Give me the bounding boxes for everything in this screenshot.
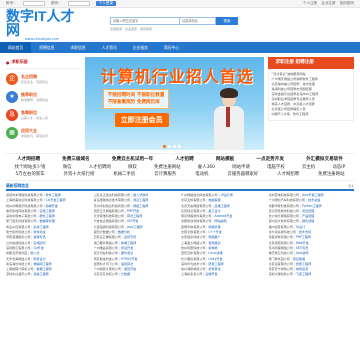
feature-app-collection[interactable]: ▦ 应用大全 求职技巧，职场资讯 [6,123,81,141]
hot-keywords-row: 找个网站多少钱 微信 人才招聘网 微软 免费注册网站 雇人360 网站申请 电脑学校 云主机 动态… [6,164,354,171]
hot-keyword-link[interactable]: 5万左右的新车 [15,171,44,178]
separator: | [118,272,120,277]
promo-banner[interactable]: 计算机行业招人首选 不限招聘时间 不限职位数量 不限查看简历 免费简历库 立即注… [84,57,264,150]
register-panel: 求职注册 招聘注册 “河北有业”诚信服务网站 广州瑞芃网络公司诚聘软件工程师 北… [267,57,354,150]
hot-keyword-link[interactable]: 免费注册网站 [318,171,344,178]
star-icon: ★ [6,91,18,103]
notice-item[interactable]: 中国IT人才库，软件工程师 [272,112,350,117]
more-link[interactable]: 更多 [348,184,354,188]
hot-keyword-link[interactable]: 人才网招聘 [277,171,299,178]
carousel-dots[interactable] [162,145,181,148]
company-name[interactable]: 深圳中兴通讯公司 [6,272,30,277]
separator: | [31,272,33,277]
hot-keyword-link[interactable]: 云主机 [302,164,315,171]
hot-keyword-link[interactable]: 云计算服务 [154,171,176,178]
password-label: 密码： [50,1,62,5]
hot-keyword-link[interactable]: 网站申请 [232,164,250,171]
nav-services[interactable]: 企业服务 [125,42,156,53]
notice-list: “河北有业”诚信服务网站 广州瑞芃网络公司诚聘软件工程师 北京恒中昊公司招聘：技… [267,69,354,121]
personal-login-button[interactable]: 个人登录 [95,1,116,6]
feature-recommended-jobs[interactable]: ★ 推荐职位 精准推荐，海量机会 [6,87,81,105]
hot-keyword-link[interactable]: 人才招聘 [175,156,193,164]
job-item[interactable]: 北京京东世纪公司 | 大数据 [94,272,180,277]
password-input[interactable] [67,1,90,6]
panel-title: ● 求职乐园 [6,57,81,69]
account-label: 帐号： [6,1,17,5]
nav-seekers[interactable]: 求职信息 [62,42,93,53]
banner-slogan: 不限招聘时间 不限职位数量 不限查看简历 免费简历库 [102,89,170,109]
logo-text: 数字IT人才网 [6,8,75,38]
job-seeker-panel: ● 求职乐园 企 名企招聘 知名企业，高薪职位 ★ 推荐职位 精准推荐，海量机会 急… [6,57,81,150]
bullet-icon: ● [6,59,10,65]
hot-keyword-link[interactable]: 动态IP [333,164,346,171]
job-item[interactable]: 深圳中兴通讯公司 | 通信工程师 [6,272,92,277]
position-name[interactable]: 大数据 [121,272,130,277]
city-select-input[interactable] [180,17,216,25]
nav-home[interactable]: 网站首页 [0,42,32,53]
personal-register-link[interactable]: 个人注册 [303,1,317,6]
keyword-search-input[interactable] [110,17,180,25]
hot-keywords-row: 人才网招聘 免费三级域名 免费云主机试用一年 人才招聘 网站模板 一点走势开发 外汇模拟交易… [6,156,354,164]
separator: | [203,272,205,277]
hot-keyword-link[interactable]: 人才网招聘 [17,156,40,164]
position-name[interactable]: 后端开发 [205,272,217,277]
hot-keyword-link[interactable]: 机械二手房 [113,171,135,178]
section-title: 最新招聘信息 [6,183,29,188]
hot-keyword-link[interactable]: 一点走势开发 [256,156,284,164]
company-register-link[interactable]: 企业注册 [321,1,335,6]
hot-keyword-link[interactable]: 微软 [128,164,137,171]
nav-resume[interactable]: 简历中心 [156,42,187,53]
search-button[interactable]: 搜索 [216,17,238,25]
job-item[interactable]: 深圳大疆创新公司 | 飞控工程师 [269,272,355,277]
hot-keyword-link[interactable]: 外贸十大排行榜 [64,171,95,178]
hot-keyword-link[interactable]: 电脑学校 [267,164,285,171]
register-now-button[interactable]: 立即注册会员 [114,113,169,127]
company-search-link[interactable]: 企业搜索 [125,27,137,31]
banner-headline: 计算机行业招人首选 [100,67,254,86]
resume-search-link[interactable]: 简历搜索 [140,27,152,31]
hot-keyword-link[interactable]: 微信 [63,164,72,171]
top-login-bar: 帐号： 密码： 个人登录 个人注册 企业注册 找回密码 [0,0,360,8]
latest-jobs-section: 最新招聘信息 更多 深圳市丰瑞恒科技有限公司 | 软件工程师 山东泰正信息科技有限公司… [6,183,354,278]
hot-keyword-link[interactable]: 网站模板 [216,156,234,164]
separator: | [293,272,295,277]
building-icon: 企 [6,73,18,85]
main-nav: 网站首页 招聘信息 求职信息 人才资讯 企业服务 简历中心 [0,42,360,53]
hot-keyword-link[interactable]: 人才招聘网 [89,164,111,171]
position-name[interactable]: 飞控工程师 [296,272,311,277]
hot-keyword-link[interactable]: 外汇模拟交易软件 [306,156,343,164]
grid-icon: ▦ [6,127,18,139]
company-name[interactable]: 上海拼多多公司 [181,272,202,277]
nav-news[interactable]: 人才资讯 [94,42,125,53]
banner-person-illustration [212,88,246,150]
job-item[interactable]: 上海拼多多公司 | 后端开发 [181,272,267,277]
site-logo[interactable]: 数字IT人才网 www.chinaitjob.com [6,9,78,41]
hot-keyword-link[interactable]: 找个网站多少钱 [15,164,46,171]
fire-icon: 急 [6,109,18,121]
account-input[interactable] [22,1,45,6]
position-name[interactable]: 通信工程师 [33,272,48,277]
advanced-search-link[interactable]: 高级搜索 [110,27,122,31]
feature-urgent-jobs[interactable]: 急 急聘职位 急需人才，快速入职 [6,105,81,123]
hot-keyword-link[interactable]: 免费云主机试用一年 [112,156,153,164]
hot-keywords-row: 5万左右的新车 外贸十大排行榜 机械二手房 云计算服务 电动机 云服务器哪家好 人才网招聘 免… [6,171,354,178]
hot-keyword-link[interactable]: 雇人360 [198,164,215,171]
hot-keyword-link[interactable]: 免费注册网站 [154,164,180,171]
hot-keyword-link[interactable]: 云服务器哪家好 [227,171,258,178]
hot-keywords: 人才网招聘 免费三级域名 免费云主机试用一年 人才招聘 网站模板 一点走势开发 外汇模拟交易… [6,153,354,181]
site-header: 数字IT人才网 www.chinaitjob.com 搜索 高级搜索 企业搜索 … [0,8,360,42]
register-panel-title[interactable]: 求职注册 招聘注册 [267,57,354,69]
feature-famous-companies[interactable]: 企 名企招聘 知名企业，高薪职位 [6,69,81,87]
hot-keyword-link[interactable]: 免费三级域名 [62,156,90,164]
company-name[interactable]: 深圳大疆创新公司 [269,272,293,277]
forgot-password-link[interactable]: 找回密码 [340,1,354,6]
hot-keyword-link[interactable]: 电动机 [195,171,208,178]
company-name[interactable]: 北京京东世纪公司 [94,272,118,277]
search-area: 搜索 高级搜索 企业搜索 简历搜索 [110,17,238,31]
nav-jobs[interactable]: 招聘信息 [31,42,62,53]
job-list: 深圳市丰瑞恒科技有限公司 | 软件工程师 山东泰正信息科技有限公司 | 嵌入式软件 广州网格… [6,191,354,278]
